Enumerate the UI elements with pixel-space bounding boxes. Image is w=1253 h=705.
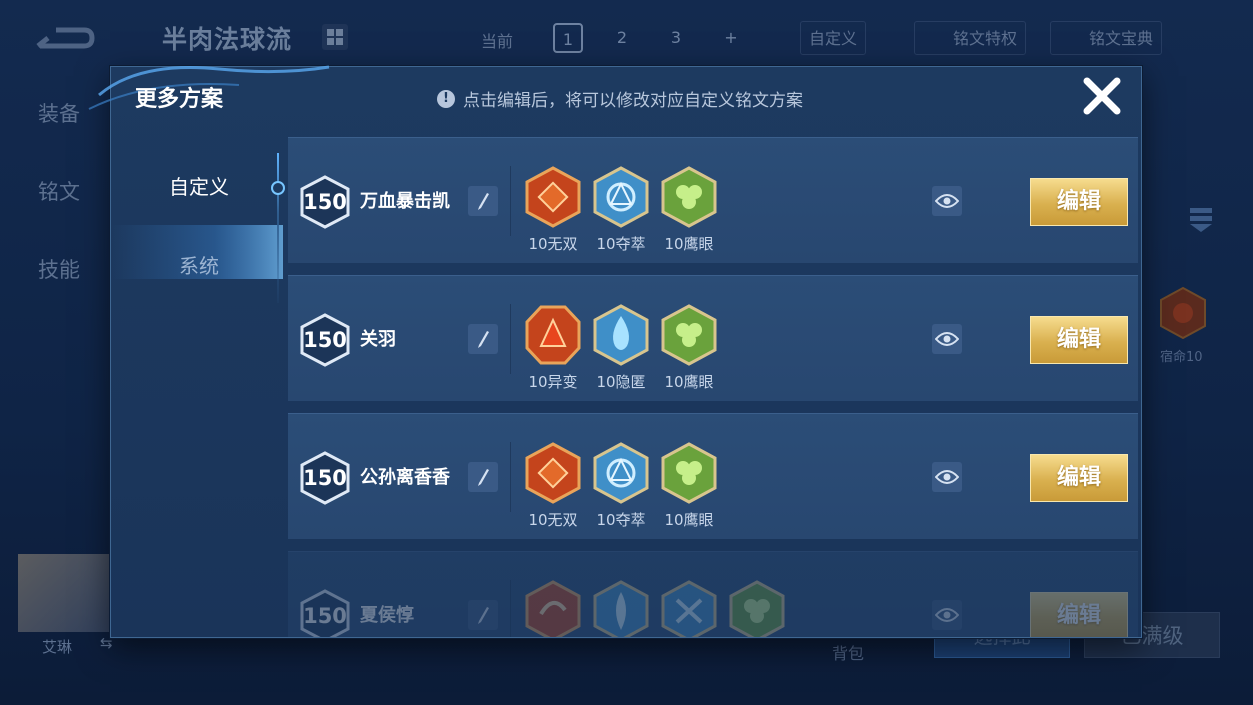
blue-cross-rune-icon[interactable] [661,580,717,637]
edit-button[interactable]: 编辑 [1030,178,1128,226]
plan-row[interactable]: 150 万血暴击凯 10无双 10夺萃 10鹰眼 编辑 [288,137,1138,263]
privilege-label: 铭文特权 [953,29,1018,48]
page-1-button[interactable]: 1 [553,23,583,53]
page-2-button[interactable]: 2 [607,23,637,53]
green-clover-rune-icon[interactable] [661,304,717,366]
current-label: 当前 [481,32,514,51]
blue-flame-rune-icon[interactable] [593,304,649,366]
side-tab-runes[interactable]: 铭文 [38,176,80,206]
rename-button[interactable] [468,600,498,630]
background-topbar: 半肉法球流 当前 1 2 3 + 自定义 铭文特权 铭文宝典 [0,0,1253,72]
plan-title: 半肉法球流 [162,25,293,54]
hero-avatar[interactable] [18,554,110,632]
side-tab-equipment[interactable]: 装备 [38,98,80,128]
grid-icon[interactable] [322,24,348,50]
rename-button[interactable] [468,186,498,216]
filter-icon[interactable] [1187,204,1215,234]
plan-category-tabs: 自定义 系统 [111,137,287,617]
pencil-icon [478,193,489,210]
plan-row[interactable]: 150 公孙离香香 10无双 10夺萃 10鹰眼 编辑 [288,413,1138,539]
pencil-icon [478,469,489,486]
plan-name: 万血暴击凯 [360,191,450,212]
rune-label: 10鹰眼 [664,511,714,529]
edit-button[interactable]: 编辑 [1030,454,1128,502]
notice: ! 点击编辑后，将可以修改对应自定义铭文方案 [437,86,803,111]
preview-button[interactable] [932,324,962,354]
plan-level: 150 [303,604,347,628]
fate-rune-icon[interactable] [1158,286,1208,340]
preview-button[interactable] [932,600,962,630]
eye-icon [935,332,959,346]
page-3-button[interactable]: 3 [661,23,691,53]
eye-icon [935,470,959,484]
green-clover-rune-icon[interactable] [729,580,785,637]
plan-name: 夏侯惇 [360,605,414,626]
plan-level: 150 [303,328,347,352]
divider [510,580,511,637]
edit-button[interactable]: 编辑 [1030,592,1128,637]
rename-button[interactable] [468,324,498,354]
plan-name: 关羽 [360,329,396,350]
divider [510,166,511,236]
blue-knot-rune-icon[interactable] [593,442,649,504]
red-diamond-rune-icon[interactable] [525,166,581,228]
tab-rail [277,153,279,303]
plan-list[interactable]: 150 万血暴击凯 10无双 10夺萃 10鹰眼 编辑 150 关羽 10异变 … [288,137,1140,637]
bag-label[interactable]: 背包 [832,640,864,664]
back-icon[interactable] [34,20,96,54]
pencil-icon [478,331,489,348]
eye-icon [935,608,959,622]
red-arrow-rune-icon[interactable] [525,304,581,366]
notice-text: 点击编辑后，将可以修改对应自定义铭文方案 [463,91,803,111]
add-page-button[interactable]: + [716,23,746,53]
hero-name: 艾琳 [42,638,73,656]
tab-system[interactable]: 系统 [111,239,287,293]
close-icon[interactable] [1081,75,1123,117]
red-swirl-rune-icon[interactable] [525,580,581,637]
red-diamond-rune-icon[interactable] [525,442,581,504]
privilege-button[interactable]: 铭文特权 [914,21,1027,55]
eye-icon [935,194,959,208]
edit-button[interactable]: 编辑 [1030,316,1128,364]
tab-custom[interactable]: 自定义 [111,160,287,214]
collection-label: 铭文宝典 [1089,29,1154,48]
preview-button[interactable] [932,462,962,492]
rune-label: 10鹰眼 [664,235,714,253]
plan-level: 150 [303,190,347,214]
fate-rune-label: 宿命10 [1160,350,1203,365]
pencil-icon [478,607,489,624]
custom-button[interactable]: 自定义 [800,21,867,55]
side-tab-skills[interactable]: 技能 [38,254,80,284]
dialog-title: 更多方案 [135,87,224,112]
rename-button[interactable] [468,462,498,492]
blue-knot-rune-icon[interactable] [593,166,649,228]
more-plans-dialog: 更多方案 ! 点击编辑后，将可以修改对应自定义铭文方案 自定义 系统 150 万… [88,65,1142,638]
plan-row[interactable]: 150 夏侯惇 编辑 [288,551,1138,637]
plan-row[interactable]: 150 关羽 10异变 10隐匿 10鹰眼 编辑 [288,275,1138,401]
collection-button[interactable]: 铭文宝典 [1050,21,1163,55]
divider [510,442,511,512]
plan-name: 公孙离香香 [360,467,450,488]
green-clover-rune-icon[interactable] [661,442,717,504]
rune-label: 10鹰眼 [664,373,714,391]
green-clover-rune-icon[interactable] [661,166,717,228]
preview-button[interactable] [932,186,962,216]
active-tab-indicator [271,181,285,195]
plan-level: 150 [303,466,347,490]
divider [510,304,511,374]
blue-leaf-rune-icon[interactable] [593,580,649,637]
info-icon: ! [437,89,455,108]
